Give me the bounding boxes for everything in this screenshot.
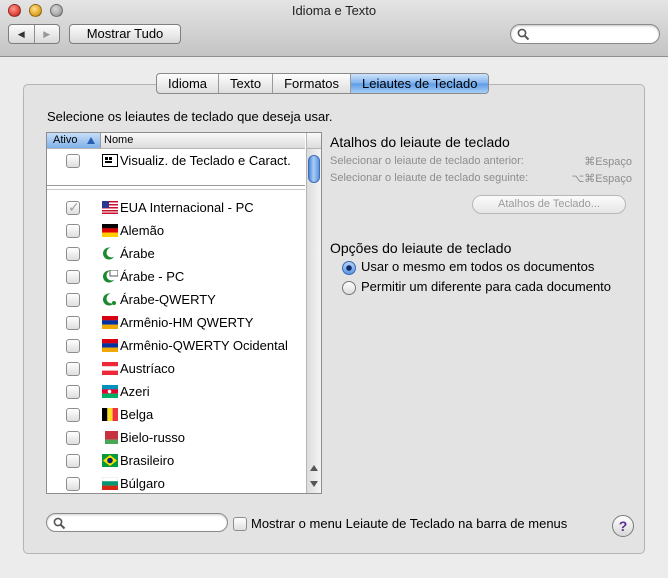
layout-checkbox[interactable] bbox=[66, 408, 80, 422]
layout-checkbox[interactable] bbox=[66, 270, 80, 284]
options-heading: Opções do leiaute de teclado bbox=[330, 240, 512, 256]
crescent-icon bbox=[103, 247, 117, 260]
layout-checkbox[interactable] bbox=[66, 362, 80, 376]
list-separator-shadow bbox=[47, 189, 305, 190]
list-item[interactable]: Árabe bbox=[47, 243, 305, 266]
column-header-name[interactable]: Nome bbox=[104, 133, 133, 148]
list-item[interactable]: Bielo-russo bbox=[47, 427, 305, 450]
tab-formatos[interactable]: Formatos bbox=[273, 74, 352, 93]
layout-search-field[interactable] bbox=[46, 513, 228, 532]
forward-arrow-icon[interactable]: ▶ bbox=[33, 25, 60, 43]
tab-texto[interactable]: Texto bbox=[219, 74, 274, 93]
list-item[interactable]: Armênio-HM QWERTY bbox=[47, 312, 305, 335]
flag-armenia-icon bbox=[102, 316, 118, 329]
list-item[interactable]: Visualiz. de Teclado e Caract. bbox=[47, 150, 305, 173]
flag-belgium-icon bbox=[102, 408, 118, 421]
layout-name: Alemão bbox=[120, 223, 165, 238]
tab-idioma[interactable]: Idioma bbox=[157, 74, 220, 93]
layout-name: Árabe-QWERTY bbox=[120, 292, 216, 307]
show-menu-checkbox[interactable] bbox=[233, 517, 247, 531]
list-item[interactable]: Azeri bbox=[47, 381, 305, 404]
previous-layout-shortcut-key: ⌘Espaço bbox=[584, 156, 632, 168]
layout-name: Azeri bbox=[120, 384, 150, 399]
layout-checkbox[interactable] bbox=[66, 431, 80, 445]
flag-austria-icon bbox=[102, 362, 118, 375]
list-scrollbar[interactable] bbox=[306, 149, 321, 493]
layout-name: Bielo-russo bbox=[120, 430, 186, 445]
list-header: Ativo Nome bbox=[47, 133, 305, 149]
flag-belarus-icon bbox=[102, 431, 118, 444]
list-item[interactable]: Austríaco bbox=[47, 358, 305, 381]
list-item[interactable]: Árabe - PC bbox=[47, 266, 305, 289]
preferences-search-field[interactable] bbox=[510, 24, 660, 44]
show-all-button[interactable]: Mostrar Tudo bbox=[69, 24, 181, 44]
layout-checkbox[interactable] bbox=[66, 454, 80, 468]
layout-name: Belga bbox=[120, 407, 154, 422]
list-item[interactable]: Belga bbox=[47, 404, 305, 427]
layout-name: Brasileiro bbox=[120, 453, 175, 468]
crescent-pc-icon bbox=[103, 270, 118, 283]
list-item[interactable]: EUA Internacional - PC bbox=[47, 197, 305, 220]
layout-name: Visualiz. de Teclado e Caract. bbox=[120, 153, 291, 168]
layout-name: Armênio-HM QWERTY bbox=[120, 315, 254, 330]
previous-layout-shortcut-label: Selecionar o leiaute de teclado anterior… bbox=[330, 155, 524, 167]
instruction-text: Selecione os leiautes de teclado que des… bbox=[47, 109, 333, 124]
layout-checkbox[interactable] bbox=[66, 247, 80, 261]
same-layout-label: Usar o mesmo em todos os documentos bbox=[361, 259, 595, 274]
scroll-thumb[interactable] bbox=[308, 155, 320, 183]
scroll-up-arrow-icon[interactable] bbox=[310, 465, 318, 471]
keyboard-viewer-icon bbox=[102, 154, 118, 167]
layout-checkbox[interactable] bbox=[66, 293, 80, 307]
list-item[interactable]: Alemão bbox=[47, 220, 305, 243]
layout-checkbox[interactable] bbox=[66, 199, 80, 216]
list-item[interactable]: Árabe-QWERTY bbox=[47, 289, 305, 312]
crescent-qwerty-icon bbox=[103, 293, 117, 306]
sort-ascending-icon bbox=[87, 137, 95, 144]
flag-brazil-icon bbox=[102, 454, 118, 467]
help-button[interactable]: ? bbox=[612, 515, 634, 537]
layout-name: EUA Internacional - PC bbox=[120, 200, 254, 215]
layout-name: Árabe bbox=[120, 246, 155, 261]
next-layout-shortcut-label: Selecionar o leiaute de teclado seguinte… bbox=[330, 172, 529, 184]
different-layout-label: Permitir um diferente para cada document… bbox=[361, 279, 612, 294]
radio-selected-icon[interactable] bbox=[342, 261, 356, 275]
window-toolbar: Idioma e Texto ◀ ▶ Mostrar Tudo bbox=[0, 0, 668, 57]
keyboard-layout-list[interactable]: Ativo Nome Visualiz. de Teclado e Caract… bbox=[46, 132, 322, 494]
layout-checkbox[interactable] bbox=[66, 339, 80, 353]
layout-name: Armênio-QWERTY Ocidental bbox=[120, 338, 288, 353]
window-title: Idioma e Texto bbox=[291, 3, 377, 18]
keyboard-shortcuts-button[interactable]: Atalhos de Teclado... bbox=[472, 195, 626, 214]
back-forward-control: ◀ ▶ bbox=[8, 24, 60, 44]
layout-checkbox[interactable] bbox=[66, 477, 80, 491]
back-arrow-icon[interactable]: ◀ bbox=[9, 25, 34, 43]
layout-name: Búlgaro bbox=[120, 476, 165, 491]
layout-checkbox[interactable] bbox=[66, 224, 80, 238]
list-item[interactable]: Brasileiro bbox=[47, 450, 305, 473]
list-separator bbox=[47, 185, 305, 186]
flag-germany-icon bbox=[102, 224, 118, 237]
shortcuts-heading: Atalhos do leiaute de teclado bbox=[330, 134, 510, 150]
tab-bar: Idioma Texto Formatos Leiautes de Teclad… bbox=[156, 73, 490, 94]
tab-leiautes-de-teclado[interactable]: Leiautes de Teclado bbox=[351, 74, 489, 93]
flag-usa-icon bbox=[102, 201, 118, 214]
layout-checkbox[interactable] bbox=[66, 154, 80, 168]
search-icon bbox=[517, 28, 530, 41]
flag-azerbaijan-icon bbox=[102, 385, 118, 398]
header-corner bbox=[306, 133, 321, 149]
layout-name: Árabe - PC bbox=[120, 269, 185, 284]
layout-checkbox[interactable] bbox=[66, 316, 80, 330]
column-header-active[interactable]: Ativo bbox=[47, 133, 101, 148]
next-layout-shortcut-key: ⌥⌘Espaço bbox=[571, 173, 632, 185]
flag-bulgaria-icon bbox=[102, 477, 118, 490]
search-icon bbox=[53, 517, 66, 530]
layout-name: Austríaco bbox=[120, 361, 175, 376]
layout-checkbox[interactable] bbox=[66, 385, 80, 399]
column-active-label: Ativo bbox=[53, 134, 78, 146]
list-item[interactable]: Armênio-QWERTY Ocidental bbox=[47, 335, 305, 358]
radio-unselected-icon[interactable] bbox=[342, 281, 356, 295]
flag-armenia-icon bbox=[102, 339, 118, 352]
list-item[interactable]: Búlgaro bbox=[47, 473, 305, 493]
show-menu-label[interactable]: Mostrar o menu Leiaute de Teclado na bar… bbox=[251, 516, 567, 531]
scroll-down-arrow-icon[interactable] bbox=[310, 481, 318, 487]
